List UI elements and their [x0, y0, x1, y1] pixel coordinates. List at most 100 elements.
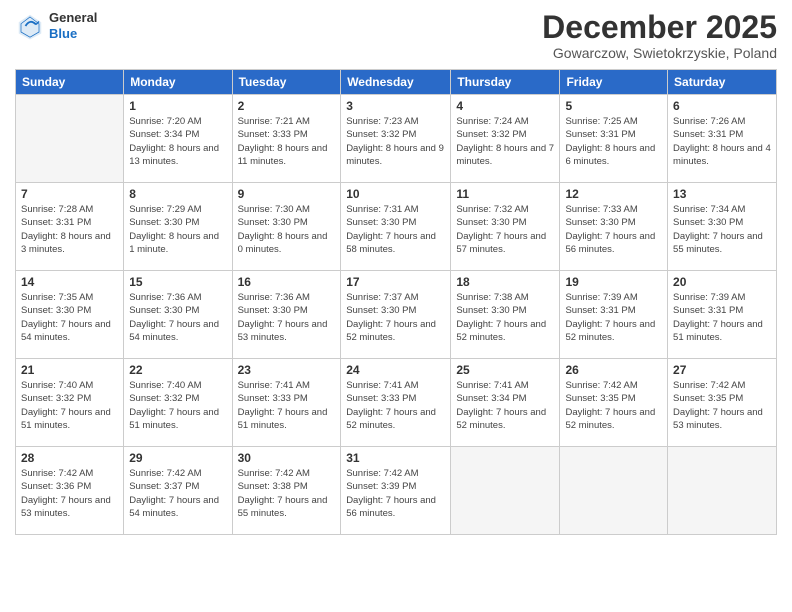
day-number: 3 [346, 99, 445, 113]
day-cell: 18 Sunrise: 7:38 AM Sunset: 3:30 PM Dayli… [451, 271, 560, 359]
day-cell: 26 Sunrise: 7:42 AM Sunset: 3:35 PM Dayli… [560, 359, 668, 447]
day-cell: 15Sunrise: 7:36 AM Sunset: 3:30 PM Dayli… [124, 271, 232, 359]
col-saturday: Saturday [668, 70, 777, 95]
day-cell: 1 Sunrise: 7:20 AM Sunset: 3:34 PM Daylig… [124, 95, 232, 183]
day-number: 30 [238, 451, 336, 465]
day-info: Sunrise: 7:29 AM Sunset: 3:30 PM Dayligh… [129, 203, 226, 256]
day-info: Sunrise: 7:38 AM Sunset: 3:30 PM Dayligh… [456, 291, 554, 344]
day-info: Sunrise: 7:40 AM Sunset: 3:32 PM Dayligh… [21, 379, 118, 432]
header: General Blue December 2025 Gowarczow, Sw… [15, 10, 777, 61]
day-cell: 3 Sunrise: 7:23 AM Sunset: 3:32 PM Daylig… [341, 95, 451, 183]
day-cell: 20Sunrise: 7:39 AM Sunset: 3:31 PM Dayli… [668, 271, 777, 359]
day-cell: 22 Sunrise: 7:40 AM Sunset: 3:32 PM Dayli… [124, 359, 232, 447]
day-cell: 7Sunrise: 7:28 AM Sunset: 3:31 PM Daylig… [16, 183, 124, 271]
day-cell: 4 Sunrise: 7:24 AM Sunset: 3:32 PM Daylig… [451, 95, 560, 183]
day-info: Sunrise: 7:32 AM Sunset: 3:30 PM Dayligh… [456, 203, 554, 256]
day-info: Sunrise: 7:39 AM Sunset: 3:31 PM Dayligh… [673, 291, 771, 344]
week-row-2: 14Sunrise: 7:35 AM Sunset: 3:30 PM Dayli… [16, 271, 777, 359]
day-info: Sunrise: 7:25 AM Sunset: 3:31 PM Dayligh… [565, 115, 662, 168]
day-info: Sunrise: 7:41 AM Sunset: 3:33 PM Dayligh… [238, 379, 336, 432]
day-info: Sunrise: 7:42 AM Sunset: 3:36 PM Dayligh… [21, 467, 118, 520]
day-info: Sunrise: 7:41 AM Sunset: 3:33 PM Dayligh… [346, 379, 445, 432]
day-info: Sunrise: 7:42 AM Sunset: 3:39 PM Dayligh… [346, 467, 445, 520]
day-cell: 27 Sunrise: 7:42 AM Sunset: 3:35 PM Dayli… [668, 359, 777, 447]
day-info: Sunrise: 7:36 AM Sunset: 3:30 PM Dayligh… [238, 291, 336, 344]
day-number: 21 [21, 363, 118, 377]
day-info: Sunrise: 7:20 AM Sunset: 3:34 PM Dayligh… [129, 115, 226, 168]
day-number: 29 [129, 451, 226, 465]
col-friday: Friday [560, 70, 668, 95]
day-number: 1 [129, 99, 226, 113]
day-number: 4 [456, 99, 554, 113]
day-cell: 29 Sunrise: 7:42 AM Sunset: 3:37 PM Dayli… [124, 447, 232, 535]
day-number: 19 [565, 275, 662, 289]
day-info: Sunrise: 7:41 AM Sunset: 3:34 PM Dayligh… [456, 379, 554, 432]
day-info: Sunrise: 7:28 AM Sunset: 3:31 PM Dayligh… [21, 203, 118, 256]
day-cell: 12 Sunrise: 7:33 AM Sunset: 3:30 PM Dayli… [560, 183, 668, 271]
day-cell: 19 Sunrise: 7:39 AM Sunset: 3:31 PM Dayli… [560, 271, 668, 359]
day-cell: 5 Sunrise: 7:25 AM Sunset: 3:31 PM Daylig… [560, 95, 668, 183]
day-number: 8 [129, 187, 226, 201]
day-cell: 9 Sunrise: 7:30 AM Sunset: 3:30 PM Daylig… [232, 183, 341, 271]
col-wednesday: Wednesday [341, 70, 451, 95]
logo-icon [15, 11, 45, 41]
day-info: Sunrise: 7:23 AM Sunset: 3:32 PM Dayligh… [346, 115, 445, 168]
day-number: 2 [238, 99, 336, 113]
day-info: Sunrise: 7:36 AM Sunset: 3:30 PM Dayligh… [129, 291, 226, 344]
logo-general: General [49, 10, 97, 26]
day-number: 17 [346, 275, 445, 289]
day-info: Sunrise: 7:42 AM Sunset: 3:37 PM Dayligh… [129, 467, 226, 520]
week-row-4: 28 Sunrise: 7:42 AM Sunset: 3:36 PM Dayli… [16, 447, 777, 535]
day-cell: 10 Sunrise: 7:31 AM Sunset: 3:30 PM Dayli… [341, 183, 451, 271]
week-row-0: 1 Sunrise: 7:20 AM Sunset: 3:34 PM Daylig… [16, 95, 777, 183]
day-number: 11 [456, 187, 554, 201]
day-cell: 8 Sunrise: 7:29 AM Sunset: 3:30 PM Daylig… [124, 183, 232, 271]
day-number: 16 [238, 275, 336, 289]
week-row-3: 21 Sunrise: 7:40 AM Sunset: 3:32 PM Dayli… [16, 359, 777, 447]
col-thursday: Thursday [451, 70, 560, 95]
day-info: Sunrise: 7:40 AM Sunset: 3:32 PM Dayligh… [129, 379, 226, 432]
day-cell: 13 Sunrise: 7:34 AM Sunset: 3:30 PM Dayli… [668, 183, 777, 271]
day-info: Sunrise: 7:33 AM Sunset: 3:30 PM Dayligh… [565, 203, 662, 256]
calendar: Sunday Monday Tuesday Wednesday Thursday… [15, 69, 777, 535]
day-info: Sunrise: 7:30 AM Sunset: 3:30 PM Dayligh… [238, 203, 336, 256]
title-section: December 2025 Gowarczow, Swietokrzyskie,… [542, 10, 777, 61]
day-number: 26 [565, 363, 662, 377]
day-info: Sunrise: 7:42 AM Sunset: 3:35 PM Dayligh… [673, 379, 771, 432]
day-info: Sunrise: 7:34 AM Sunset: 3:30 PM Dayligh… [673, 203, 771, 256]
month-title: December 2025 [542, 10, 777, 45]
col-tuesday: Tuesday [232, 70, 341, 95]
day-number: 12 [565, 187, 662, 201]
col-sunday: Sunday [16, 70, 124, 95]
day-number: 13 [673, 187, 771, 201]
day-cell: 6Sunrise: 7:26 AM Sunset: 3:31 PM Daylig… [668, 95, 777, 183]
day-cell: 31Sunrise: 7:42 AM Sunset: 3:39 PM Dayli… [341, 447, 451, 535]
day-cell [451, 447, 560, 535]
day-number: 27 [673, 363, 771, 377]
day-number: 10 [346, 187, 445, 201]
day-info: Sunrise: 7:21 AM Sunset: 3:33 PM Dayligh… [238, 115, 336, 168]
day-number: 28 [21, 451, 118, 465]
day-cell [668, 447, 777, 535]
day-cell: 23Sunrise: 7:41 AM Sunset: 3:33 PM Dayli… [232, 359, 341, 447]
location: Gowarczow, Swietokrzyskie, Poland [542, 45, 777, 61]
day-number: 25 [456, 363, 554, 377]
day-info: Sunrise: 7:39 AM Sunset: 3:31 PM Dayligh… [565, 291, 662, 344]
day-info: Sunrise: 7:37 AM Sunset: 3:30 PM Dayligh… [346, 291, 445, 344]
day-cell: 21 Sunrise: 7:40 AM Sunset: 3:32 PM Dayli… [16, 359, 124, 447]
day-number: 9 [238, 187, 336, 201]
day-info: Sunrise: 7:35 AM Sunset: 3:30 PM Dayligh… [21, 291, 118, 344]
day-cell: 28 Sunrise: 7:42 AM Sunset: 3:36 PM Dayli… [16, 447, 124, 535]
col-monday: Monday [124, 70, 232, 95]
day-info: Sunrise: 7:24 AM Sunset: 3:32 PM Dayligh… [456, 115, 554, 168]
day-number: 18 [456, 275, 554, 289]
logo: General Blue [15, 10, 97, 41]
day-number: 22 [129, 363, 226, 377]
day-cell [560, 447, 668, 535]
day-info: Sunrise: 7:42 AM Sunset: 3:35 PM Dayligh… [565, 379, 662, 432]
day-number: 5 [565, 99, 662, 113]
day-cell: 16 Sunrise: 7:36 AM Sunset: 3:30 PM Dayli… [232, 271, 341, 359]
day-cell: 11 Sunrise: 7:32 AM Sunset: 3:30 PM Dayli… [451, 183, 560, 271]
day-info: Sunrise: 7:26 AM Sunset: 3:31 PM Dayligh… [673, 115, 771, 168]
day-info: Sunrise: 7:31 AM Sunset: 3:30 PM Dayligh… [346, 203, 445, 256]
